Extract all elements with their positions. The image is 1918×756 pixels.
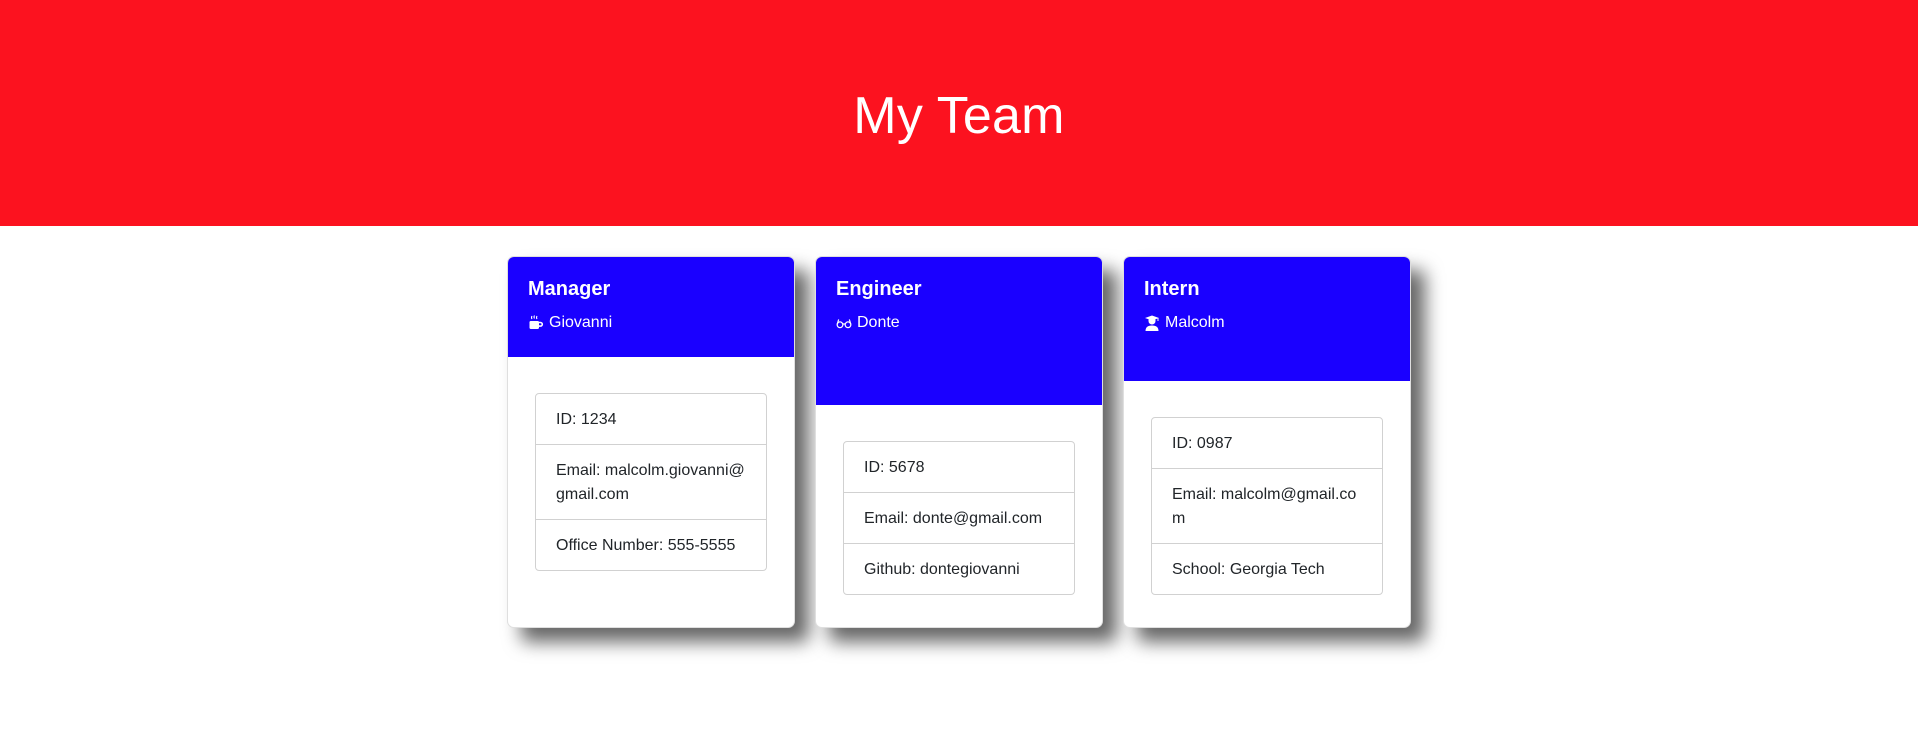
card-header: Manager Giovanni — [508, 257, 794, 357]
card-role: Engineer — [836, 278, 922, 300]
id-item: ID: 0987 — [1152, 418, 1382, 469]
details-list: ID: 0987 Email: malcolm@gmail.com School… — [1151, 417, 1383, 595]
details-list: ID: 5678 Email: donte@gmail.com Github: … — [843, 441, 1075, 595]
employee-name: Donte — [857, 314, 900, 331]
employee-name-row: Giovanni — [528, 313, 774, 333]
email-item[interactable]: Email: malcolm.giovanni@gmail.com — [536, 445, 766, 520]
card-header: Intern Malcolm — [1124, 257, 1410, 381]
page-title: My Team — [853, 87, 1065, 145]
manager-card: Manager Giovanni ID: 1234 Email: malcolm… — [507, 256, 795, 628]
hero-banner: My Team — [0, 0, 1918, 226]
glasses-icon — [836, 315, 852, 331]
email-item[interactable]: Email: malcolm@gmail.com — [1152, 469, 1382, 544]
employee-name-row: Donte — [836, 313, 1082, 333]
coffee-mug-icon — [528, 315, 544, 331]
id-item: ID: 1234 — [536, 394, 766, 445]
details-list: ID: 1234 Email: malcolm.giovanni@gmail.c… — [535, 393, 767, 571]
employee-name: Giovanni — [549, 314, 613, 331]
employee-name: Malcolm — [1165, 314, 1225, 331]
github-item[interactable]: Github: dontegiovanni — [844, 544, 1074, 594]
card-role: Manager — [528, 278, 611, 300]
card-header: Engineer Donte — [816, 257, 1102, 405]
office-number-item: Office Number: 555-5555 — [556, 537, 736, 554]
card-role: Intern — [1144, 278, 1200, 300]
engineer-card: Engineer Donte ID: 5678 Email: donte@gma… — [815, 256, 1103, 628]
intern-card: Intern Malcolm ID: 0987 Email: malcolm@g… — [1123, 256, 1411, 628]
school-item: School: Georgia Tech — [1172, 561, 1325, 578]
graduate-user-icon — [1144, 315, 1160, 331]
id-item: ID: 5678 — [844, 442, 1074, 493]
employee-name-row: Malcolm — [1144, 313, 1390, 333]
email-item[interactable]: Email: donte@gmail.com — [844, 493, 1074, 544]
